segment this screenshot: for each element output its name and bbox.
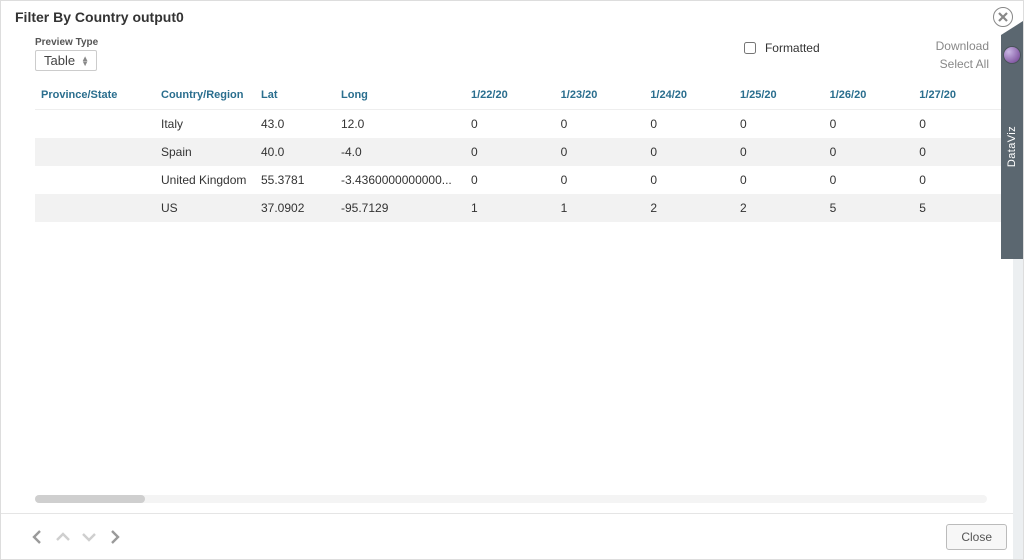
dialog-footer: Close (1, 513, 1023, 559)
table-cell: Italy (155, 110, 255, 139)
column-header[interactable]: Country/Region (155, 81, 255, 110)
table-cell: 0 (913, 110, 1003, 139)
formatted-toggle[interactable]: Formatted (740, 39, 826, 57)
preview-dialog: Filter By Country output0 Preview Type T… (0, 0, 1024, 560)
table-cell: 0 (734, 138, 824, 166)
table-cell: 0 (824, 110, 914, 139)
horizontal-scrollbar[interactable] (35, 495, 987, 503)
table-cell: 1 (465, 194, 555, 222)
scrollbar-thumb[interactable] (35, 495, 145, 503)
table-row[interactable]: Italy43.012.0000000 (35, 110, 1003, 139)
table-cell: 0 (913, 138, 1003, 166)
table-cell (35, 166, 155, 194)
table-cell: 0 (644, 110, 734, 139)
table-cell: 5 (824, 194, 914, 222)
table-cell: 12.0 (335, 110, 465, 139)
table-cell: 0 (465, 110, 555, 139)
table-cell: 0 (734, 166, 824, 194)
table-cell: -95.7129 (335, 194, 465, 222)
formatted-label: Formatted (765, 41, 820, 55)
column-header[interactable]: 1/23/20 (555, 81, 645, 110)
table-cell (35, 194, 155, 222)
download-link[interactable]: Download (936, 39, 989, 53)
table-row[interactable]: United Kingdom55.3781-3.4360000000000...… (35, 166, 1003, 194)
table-cell (35, 138, 155, 166)
prev-page-icon[interactable] (29, 529, 45, 545)
table-cell: 55.3781 (255, 166, 335, 194)
table-cell: 0 (555, 138, 645, 166)
column-header[interactable]: 1/27/20 (913, 81, 1003, 110)
column-header[interactable]: 1/26/20 (824, 81, 914, 110)
data-table: Province/State Country/Region Lat Long 1… (35, 81, 1003, 222)
table-cell: -3.4360000000000... (335, 166, 465, 194)
dataviz-tab-label: DataViz (1006, 126, 1018, 167)
page-up-icon[interactable] (55, 529, 71, 545)
table-row[interactable]: US37.0902-95.7129112255 (35, 194, 1003, 222)
data-table-wrapper: Province/State Country/Region Lat Long 1… (35, 81, 1003, 222)
preview-type-control: Preview Type Table ▲▼ (35, 37, 98, 71)
table-cell: 40.0 (255, 138, 335, 166)
next-page-icon[interactable] (107, 529, 123, 545)
table-cell: 2 (644, 194, 734, 222)
select-all-link[interactable]: Select All (940, 57, 989, 71)
table-cell: 2 (734, 194, 824, 222)
dataviz-orb-icon[interactable] (1004, 47, 1020, 63)
preview-type-label: Preview Type (35, 37, 98, 48)
table-row[interactable]: Spain40.0-4.0000000 (35, 138, 1003, 166)
page-down-icon[interactable] (81, 529, 97, 545)
table-cell: 0 (465, 166, 555, 194)
table-cell (35, 110, 155, 139)
table-cell: US (155, 194, 255, 222)
table-cell: 0 (644, 138, 734, 166)
vertical-scrollbar[interactable] (1013, 259, 1023, 559)
dataviz-side-tab[interactable]: DataViz (1001, 35, 1023, 259)
toolbar-actions: Download Select All (936, 39, 989, 71)
table-cell: 0 (824, 138, 914, 166)
table-cell: 0 (824, 166, 914, 194)
table-cell: United Kingdom (155, 166, 255, 194)
column-header[interactable]: 1/22/20 (465, 81, 555, 110)
preview-type-value: Table (44, 53, 75, 68)
column-header[interactable]: Province/State (35, 81, 155, 110)
table-cell: 43.0 (255, 110, 335, 139)
table-cell: 0 (555, 110, 645, 139)
dialog-toolbar: Preview Type Table ▲▼ Formatted Download… (1, 29, 1023, 75)
dialog-title: Filter By Country output0 (15, 9, 184, 25)
preview-type-select[interactable]: Table ▲▼ (35, 50, 97, 71)
table-cell: 0 (555, 166, 645, 194)
stepper-icon: ▲▼ (81, 56, 89, 66)
table-cell: Spain (155, 138, 255, 166)
table-cell: 1 (555, 194, 645, 222)
table-cell: 0 (465, 138, 555, 166)
table-cell: 5 (913, 194, 1003, 222)
table-cell: 0 (644, 166, 734, 194)
close-button[interactable]: Close (946, 524, 1007, 550)
column-header[interactable]: 1/24/20 (644, 81, 734, 110)
formatted-checkbox[interactable] (744, 42, 756, 54)
table-cell: 0 (913, 166, 1003, 194)
column-header[interactable]: Lat (255, 81, 335, 110)
table-cell: 37.0902 (255, 194, 335, 222)
dialog-header: Filter By Country output0 (1, 1, 1023, 29)
column-header[interactable]: Long (335, 81, 465, 110)
table-cell: 0 (734, 110, 824, 139)
pager (29, 529, 123, 545)
column-header[interactable]: 1/25/20 (734, 81, 824, 110)
table-cell: -4.0 (335, 138, 465, 166)
table-header-row: Province/State Country/Region Lat Long 1… (35, 81, 1003, 110)
